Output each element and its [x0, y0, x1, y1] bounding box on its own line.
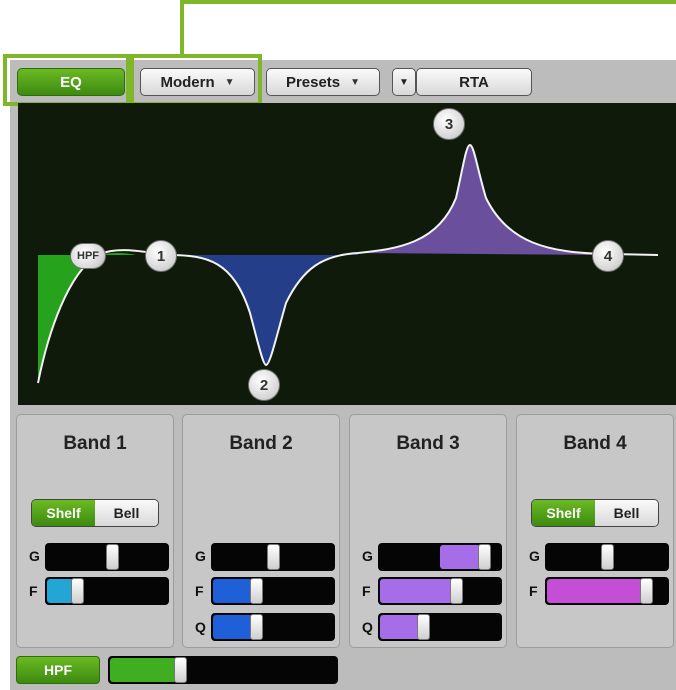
band4-shelf-option[interactable]: Shelf — [532, 500, 595, 526]
chevron-down-icon: ▼ — [350, 76, 361, 88]
band1-gain-slider[interactable] — [45, 543, 169, 571]
hpf-node[interactable]: HPF — [70, 243, 106, 269]
callout-line-vertical — [180, 0, 184, 56]
band2-f-label: F — [195, 583, 204, 599]
band3-g-label: G — [362, 548, 373, 564]
band1-shelf-option[interactable]: Shelf — [32, 500, 95, 526]
band1-node[interactable]: 1 — [145, 240, 177, 272]
hpf-node-label: HPF — [77, 250, 99, 262]
slider-thumb[interactable] — [250, 578, 263, 604]
band4-title: Band 4 — [563, 433, 627, 454]
band3-node-label: 3 — [444, 115, 454, 133]
band3-freq-slider[interactable] — [378, 577, 502, 605]
slider-thumb[interactable] — [640, 578, 653, 604]
slider-thumb[interactable] — [71, 578, 84, 604]
band2-node[interactable]: 2 — [248, 369, 280, 401]
callout-line-horizontal — [180, 0, 676, 4]
rta-button[interactable]: RTA — [416, 68, 532, 96]
eq-response-curve — [37, 143, 659, 384]
band2-q-slider[interactable] — [211, 613, 335, 641]
band4-bell-option[interactable]: Bell — [595, 500, 658, 526]
band3-gain-slider[interactable] — [378, 543, 502, 571]
band1-bell-option[interactable]: Bell — [95, 500, 158, 526]
band2-q-label: Q — [195, 619, 206, 635]
eq-graph[interactable]: HPF 1 2 3 4 — [18, 103, 676, 405]
band4-freq-slider[interactable] — [545, 577, 669, 605]
band4-card: Band 4 Shelf Bell G F — [516, 414, 674, 648]
band2-region — [168, 253, 358, 365]
band1-node-label: 1 — [156, 247, 166, 265]
band1-freq-slider[interactable] — [45, 577, 169, 605]
hpf-button[interactable]: HPF — [16, 656, 100, 684]
slider-thumb[interactable] — [478, 544, 491, 570]
band4-gain-slider[interactable] — [545, 543, 669, 571]
band3-node[interactable]: 3 — [433, 108, 465, 140]
band4-node[interactable]: 4 — [592, 240, 624, 272]
highlight-mode — [130, 54, 262, 106]
band3-card: Band 3 G F Q — [349, 414, 507, 648]
band4-node-label: 4 — [603, 247, 613, 265]
slider-thumb[interactable] — [417, 614, 430, 640]
hpf-region — [38, 255, 98, 381]
highlight-eq — [3, 54, 130, 106]
band4-shape-toggle[interactable]: Shelf Bell — [531, 499, 659, 527]
slider-thumb[interactable] — [267, 544, 280, 570]
slider-fill — [547, 579, 653, 603]
slider-thumb[interactable] — [174, 657, 187, 683]
hpf-slider[interactable] — [108, 656, 338, 684]
band2-title: Band 2 — [229, 433, 293, 454]
presets-dropdown-label: Presets — [285, 73, 341, 91]
band3-q-slider[interactable] — [378, 613, 502, 641]
band4-f-label: F — [529, 583, 538, 599]
slider-thumb[interactable] — [106, 544, 119, 570]
band2-freq-slider[interactable] — [211, 577, 335, 605]
slider-thumb[interactable] — [450, 578, 463, 604]
band2-gain-slider[interactable] — [211, 543, 335, 571]
hpf-button-label: HPF — [44, 662, 72, 678]
band2-g-label: G — [195, 548, 206, 564]
slider-thumb[interactable] — [601, 544, 614, 570]
eq-curve-plot — [37, 143, 659, 384]
rta-button-label: RTA — [459, 73, 489, 91]
band3-title: Band 3 — [396, 433, 460, 454]
band4-g-label: G — [529, 548, 540, 564]
slider-thumb[interactable] — [250, 614, 263, 640]
band2-node-label: 2 — [259, 376, 269, 394]
band1-g-label: G — [29, 548, 40, 564]
band3-region — [358, 145, 608, 255]
band3-q-label: Q — [362, 619, 373, 635]
chevron-down-icon: ▼ — [399, 76, 409, 88]
band1-f-label: F — [29, 583, 38, 599]
band2-card: Band 2 G F Q — [182, 414, 340, 648]
presets-dropdown[interactable]: Presets ▼ — [266, 68, 380, 96]
rta-dropdown-toggle[interactable]: ▼ — [392, 68, 416, 96]
band3-f-label: F — [362, 583, 371, 599]
band1-card: Band 1 Shelf Bell G F — [16, 414, 174, 648]
band1-shape-toggle[interactable]: Shelf Bell — [31, 499, 159, 527]
band1-title: Band 1 — [63, 433, 127, 454]
